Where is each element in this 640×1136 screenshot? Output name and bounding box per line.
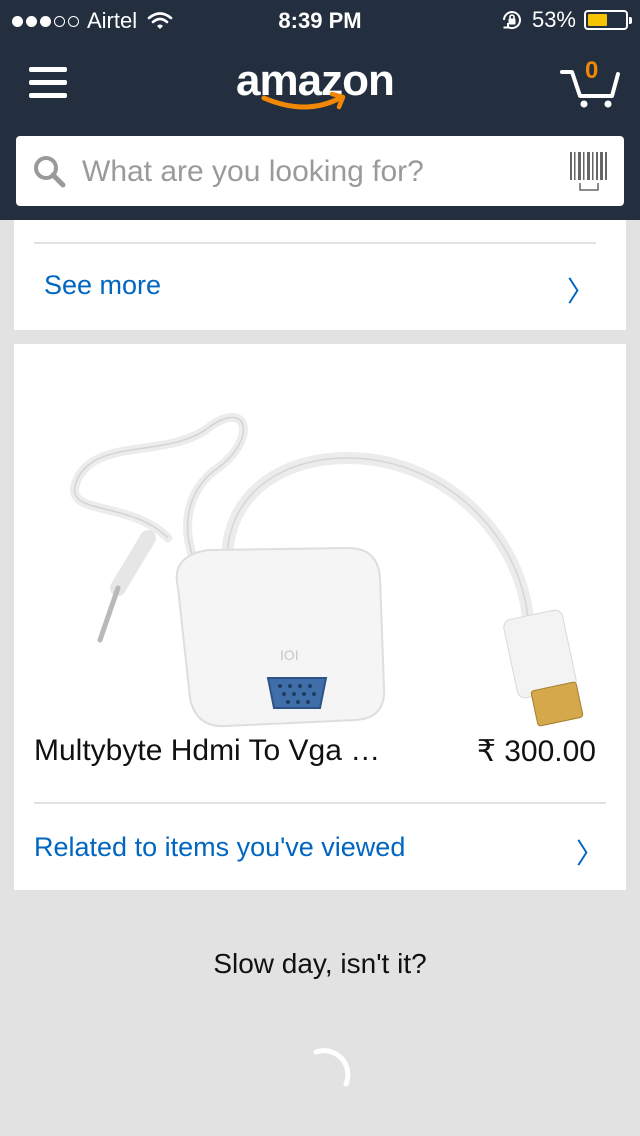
battery-fill xyxy=(588,14,608,26)
divider xyxy=(34,242,596,244)
loading-spinner-icon xyxy=(313,1048,351,1087)
battery-icon xyxy=(584,10,632,30)
chevron-right-icon[interactable]: 〉 xyxy=(576,832,604,872)
status-bar: Airtel 8:39 PM 53% xyxy=(0,0,640,40)
related-items-link[interactable]: Related to items you've viewed xyxy=(34,832,405,863)
divider xyxy=(34,802,606,804)
battery-percent: 53% xyxy=(531,7,576,32)
logo-smile-icon xyxy=(261,91,346,110)
rotation-lock-icon xyxy=(502,11,521,30)
barcode-icon[interactable] xyxy=(568,150,610,192)
recommendation-card: See more 〉 xyxy=(14,220,626,330)
search-icon xyxy=(34,156,66,188)
status-right: 53% xyxy=(500,7,632,33)
menu-line xyxy=(29,67,67,72)
product-card[interactable]: IOI Multybyte Hdmi To Vga … ₹ 300.00 Rel… xyxy=(14,344,626,890)
menu-line xyxy=(29,93,67,98)
product-image[interactable]: IOI xyxy=(48,378,598,738)
amazon-logo[interactable]: amazon xyxy=(236,56,406,116)
empty-state-message: Slow day, isn't it? xyxy=(213,948,427,979)
product-price: ₹ 300.00 xyxy=(476,735,596,768)
cart-button[interactable]: 0 xyxy=(560,57,622,110)
search-bar[interactable] xyxy=(16,136,624,206)
see-more-link[interactable]: See more xyxy=(44,270,161,301)
svg-text:IOI: IOI xyxy=(280,647,299,663)
chevron-right-icon[interactable]: 〉 xyxy=(567,270,595,310)
menu-icon[interactable] xyxy=(29,67,67,99)
product-title[interactable]: Multybyte Hdmi To Vga … xyxy=(34,734,380,768)
search-input[interactable] xyxy=(80,146,554,198)
app-header: Airtel 8:39 PM 53% amazon 0 What are you… xyxy=(0,0,640,220)
cart-count: 0 xyxy=(585,57,599,84)
menu-line xyxy=(29,80,67,85)
